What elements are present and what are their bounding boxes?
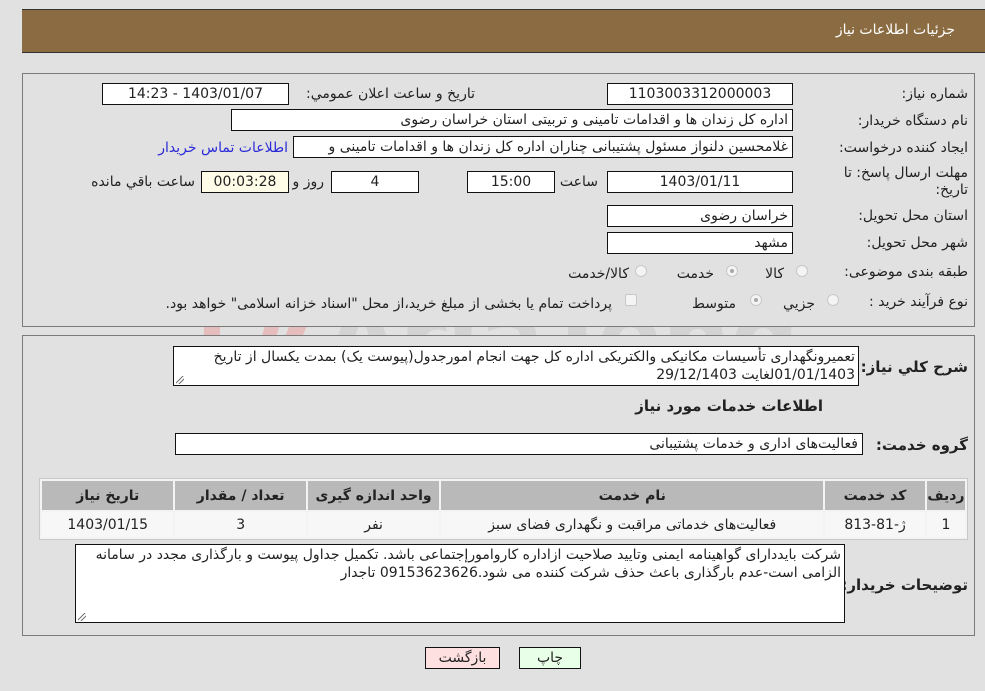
buyer-notes-textarea[interactable]: شرکت بایددارای گواهینامه ایمنی وتایید صل… [75, 544, 845, 623]
cell-unit: نفر [307, 512, 440, 537]
buyer-contact-link[interactable]: اطلاعات تماس خریدار [158, 140, 288, 156]
category-radio-service[interactable] [726, 265, 738, 277]
col-service-code: کد خدمت [825, 481, 925, 510]
delivery-province-label: استان محل تحویل: [858, 208, 968, 224]
buyer-notes-text: شرکت بایددارای گواهینامه ایمنی وتایید صل… [95, 547, 841, 581]
cell-quantity: 3 [175, 512, 306, 537]
deadline-label: مهلت ارسال پاسخ: تا تاریخ: [843, 165, 968, 198]
treasury-checkbox-label: پرداخت تمام یا بخشی از مبلغ خرید،از محل … [165, 296, 612, 312]
purchase-type-option-minor: جزيي [783, 296, 815, 312]
description-label: شرح کلي نیاز: [860, 358, 968, 376]
purchase-type-option-medium: متوسط [692, 296, 736, 312]
cell-service-code: ژ-81-813 [825, 512, 925, 537]
cell-service-name: فعالیت‌های خدماتی مراقبت و نگهداری فضای … [441, 512, 824, 537]
remaining-time-label: ساعت باقي مانده [91, 174, 195, 190]
delivery-city-label: شهر محل تحویل: [866, 235, 968, 251]
buyer-org-label: نام دستگاه خریدار: [857, 113, 968, 129]
category-option-service: خدمت [676, 266, 714, 282]
remaining-time-field: 00:03:28 [201, 171, 289, 193]
cell-need-date: 1403/01/15 [42, 512, 174, 537]
announce-datetime-label: تاریخ و ساعت اعلان عمومي: [306, 86, 475, 102]
page-title: جزئیات اطلاعات نیاز [835, 22, 955, 38]
requester-label: ایجاد کننده درخواست: [839, 140, 968, 156]
category-option-goods: کالا [765, 266, 784, 282]
col-row-number: ردیف [926, 481, 965, 510]
delivery-province-field: خراسان رضوی [607, 205, 793, 227]
back-button[interactable]: بازگشت [425, 647, 500, 669]
need-number-label: شماره نیاز: [901, 86, 969, 102]
resize-grip-icon[interactable] [176, 376, 184, 384]
purchase-type-radio-minor[interactable] [827, 294, 839, 306]
col-quantity: تعداد / مقدار [175, 481, 306, 510]
category-label: طبقه بندی موضوعی: [844, 264, 968, 280]
description-textarea[interactable]: تعمیرونگهداری تأسیسات مکانیکی والکتریکی … [173, 346, 859, 386]
col-need-date: تاریخ نیاز [42, 481, 174, 510]
page-header: جزئیات اطلاعات نیاز [22, 9, 985, 53]
table-row: 1 ژ-81-813 فعالیت‌های خدماتی مراقبت و نگ… [42, 512, 965, 537]
services-section-title: اطلاعات خدمات مورد نیاز [635, 397, 823, 415]
treasury-checkbox[interactable] [625, 294, 637, 306]
services-table-header: ردیف کد خدمت نام خدمت واحد اندازه گیری ت… [42, 481, 965, 510]
service-group-field: فعالیت‌های اداری و خدمات پشتیبانی [175, 433, 863, 455]
description-text: تعمیرونگهداری تأسیسات مکانیکی والکتریکی … [213, 349, 855, 383]
purchase-type-radio-medium[interactable] [750, 294, 762, 306]
service-group-label: گروه خدمت: [875, 436, 968, 454]
deadline-time-label: ساعت [559, 174, 598, 190]
cell-row-number: 1 [926, 512, 965, 537]
category-radio-goods[interactable] [796, 265, 808, 277]
deadline-time-field: 15:00 [467, 171, 555, 193]
buyer-org-field: اداره کل زندان ها و اقدامات تامینی و ترب… [231, 109, 793, 131]
remaining-days-field: 4 [331, 171, 419, 193]
services-table: ردیف کد خدمت نام خدمت واحد اندازه گیری ت… [39, 478, 968, 540]
delivery-city-field: مشهد [607, 232, 793, 254]
col-service-name: نام خدمت [441, 481, 824, 510]
category-option-goods-service: کالا/خدمت [568, 266, 629, 282]
category-radio-goods-service[interactable] [635, 265, 647, 277]
announce-datetime-field: 1403/01/07 - 14:23 [102, 83, 289, 105]
remaining-days-label: روز و [292, 174, 325, 190]
col-unit: واحد اندازه گیری [307, 481, 440, 510]
purchase-type-label: نوع فرآیند خرید : [869, 294, 968, 310]
deadline-date-field: 1403/01/11 [607, 171, 793, 193]
resize-grip-icon[interactable] [78, 613, 86, 621]
print-button[interactable]: چاپ [519, 647, 581, 669]
need-number-field: 1103003312000003 [607, 83, 793, 105]
requester-field: غلامحسین دلنواز مسئول پشتیبانی چناران اد… [293, 136, 793, 158]
buyer-notes-label: توضیحات خریدار: [841, 576, 968, 594]
